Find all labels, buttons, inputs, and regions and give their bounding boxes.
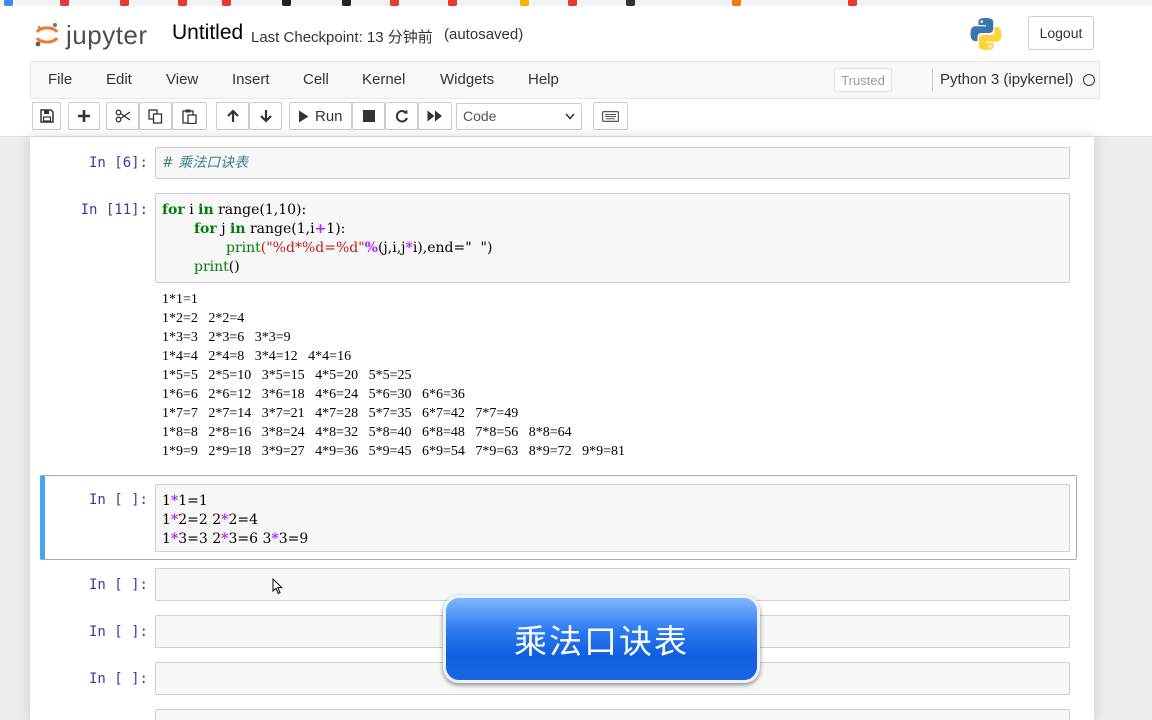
cell-type-select[interactable]: Code bbox=[456, 103, 582, 130]
mouse-cursor-icon bbox=[272, 577, 284, 600]
menu-bar: File Edit View Insert Cell Kernel Widget… bbox=[30, 61, 1100, 99]
kernel-idle-icon bbox=[1083, 74, 1095, 86]
cell-input[interactable]: for i in range(1,10): for j in range(1,i… bbox=[155, 193, 1070, 283]
restart-icon bbox=[395, 109, 408, 123]
jupyter-logo-text: jupyter bbox=[66, 19, 148, 50]
run-button-label: Run bbox=[315, 107, 343, 125]
plus-icon bbox=[78, 110, 90, 122]
code-line-1: 1*1=1 bbox=[162, 493, 208, 509]
cell-output: 1*1=1 1*2=2 2*2=4 1*3=3 2*3=6 3*3=9 1*4=… bbox=[162, 290, 625, 461]
code-comment: # 乘法口诀表 bbox=[162, 155, 249, 171]
copy-icon bbox=[148, 108, 163, 124]
fast-forward-icon bbox=[427, 110, 442, 122]
cell-prompt: In [ ]: bbox=[88, 624, 148, 640]
move-down-button[interactable] bbox=[249, 102, 282, 130]
code-line-3: 1*3=3 2*3=6 3*3=9 bbox=[162, 531, 309, 547]
cell-input[interactable]: 1*1=1 1*2=2 2*2=4 1*3=3 2*3=6 3*3=9 bbox=[155, 484, 1070, 552]
caption-overlay: 乘法口诀表 bbox=[443, 595, 760, 683]
restart-button[interactable] bbox=[385, 102, 418, 130]
menu-widgets[interactable]: Widgets bbox=[440, 71, 494, 88]
last-checkpoint: Last Checkpoint: 13 分钟前 bbox=[251, 29, 433, 46]
cell-type-value: Code bbox=[463, 108, 497, 124]
output-line: 1*3=3 2*3=6 3*3=9 bbox=[162, 330, 291, 345]
paste-icon bbox=[182, 109, 197, 124]
interrupt-button[interactable] bbox=[352, 102, 385, 130]
output-line: 1*1=1 bbox=[162, 292, 198, 307]
output-line: 1*4=4 2*4=8 3*4=12 4*4=16 bbox=[162, 349, 352, 364]
kernel-name[interactable]: Python 3 (ipykernel) bbox=[940, 71, 1073, 88]
jupyter-logo-icon bbox=[34, 22, 60, 48]
code-line-2: 1*2=2 2*2=4 bbox=[162, 512, 259, 528]
scissors-icon bbox=[115, 109, 130, 123]
cell-prompt: In [11]: bbox=[80, 202, 148, 218]
kernel-separator bbox=[932, 69, 933, 91]
python-logo bbox=[968, 16, 1004, 52]
cell-input[interactable] bbox=[155, 709, 1070, 720]
output-line: 1*7=7 2*7=14 3*7=21 4*7=28 5*7=35 6*7=42… bbox=[162, 406, 519, 421]
cell-prompt: In [ ]: bbox=[88, 671, 148, 687]
menu-edit[interactable]: Edit bbox=[106, 71, 132, 88]
output-line: 1*9=9 2*9=18 3*9=27 4*9=36 5*9=45 6*9=54… bbox=[162, 444, 626, 459]
code-cell[interactable] bbox=[40, 709, 1076, 720]
command-palette-button[interactable] bbox=[593, 102, 628, 130]
stop-icon bbox=[362, 110, 375, 122]
insert-cell-button[interactable] bbox=[68, 102, 100, 130]
code-line-2: for j in range(1,i+1): bbox=[194, 221, 346, 237]
cell-prompt: In [ ]: bbox=[88, 492, 148, 508]
notebook-header: jupyter Untitled Last Checkpoint: 13 分钟前… bbox=[0, 6, 1152, 137]
arrow-down-icon bbox=[259, 110, 272, 123]
output-line: 1*6=6 2*6=12 3*6=18 4*6=24 5*6=30 6*6=36 bbox=[162, 387, 465, 402]
notebook-name[interactable]: Untitled bbox=[172, 21, 243, 45]
code-line-1: for i in range(1,10): bbox=[162, 202, 307, 218]
jupyter-logo[interactable]: jupyter bbox=[34, 20, 148, 50]
output-line: 1*5=5 2*5=10 3*5=15 4*5=20 5*5=25 bbox=[162, 368, 412, 383]
restart-run-all-button[interactable] bbox=[418, 102, 452, 130]
code-line-4: print() bbox=[194, 259, 240, 275]
code-cell[interactable]: In [6]: # 乘法口诀表 bbox=[40, 147, 1076, 181]
save-icon bbox=[39, 109, 54, 123]
menu-help[interactable]: Help bbox=[528, 71, 559, 88]
copy-button[interactable] bbox=[139, 102, 172, 130]
menu-cell[interactable]: Cell bbox=[303, 71, 329, 88]
cut-button[interactable] bbox=[106, 102, 139, 130]
menu-file[interactable]: File bbox=[48, 71, 72, 88]
arrow-up-icon bbox=[226, 109, 239, 122]
code-line-3: print("%d*%d=%d"%(j,i,j*i),end=" ") bbox=[226, 240, 493, 256]
play-icon bbox=[299, 110, 309, 122]
cell-prompt: In [6]: bbox=[88, 155, 148, 171]
move-up-button[interactable] bbox=[216, 102, 249, 130]
cell-input[interactable]: # 乘法口诀表 bbox=[155, 147, 1070, 179]
autosave-status: (autosaved) bbox=[444, 26, 524, 43]
menu-view[interactable]: View bbox=[166, 71, 198, 88]
cell-prompt: In [ ]: bbox=[88, 577, 148, 593]
code-cell[interactable]: In [11]: for i in range(1,10): for j in … bbox=[40, 193, 1076, 467]
menu-kernel[interactable]: Kernel bbox=[362, 71, 405, 88]
chevron-down-icon bbox=[565, 113, 575, 120]
run-button[interactable]: Run bbox=[289, 102, 352, 130]
save-button[interactable] bbox=[32, 102, 61, 130]
menu-insert[interactable]: Insert bbox=[232, 71, 270, 88]
logout-button[interactable]: Logout bbox=[1028, 16, 1094, 50]
output-line: 1*8=8 2*8=16 3*8=24 4*8=32 5*8=40 6*8=48… bbox=[162, 425, 572, 440]
code-cell-selected[interactable]: In [ ]: 1*1=1 1*2=2 2*2=4 1*3=3 2*3=6 3*… bbox=[40, 475, 1077, 560]
paste-button[interactable] bbox=[172, 102, 207, 130]
output-line: 1*2=2 2*2=4 bbox=[162, 311, 245, 326]
trusted-indicator[interactable]: Trusted bbox=[834, 68, 892, 92]
keyboard-icon bbox=[602, 110, 619, 122]
